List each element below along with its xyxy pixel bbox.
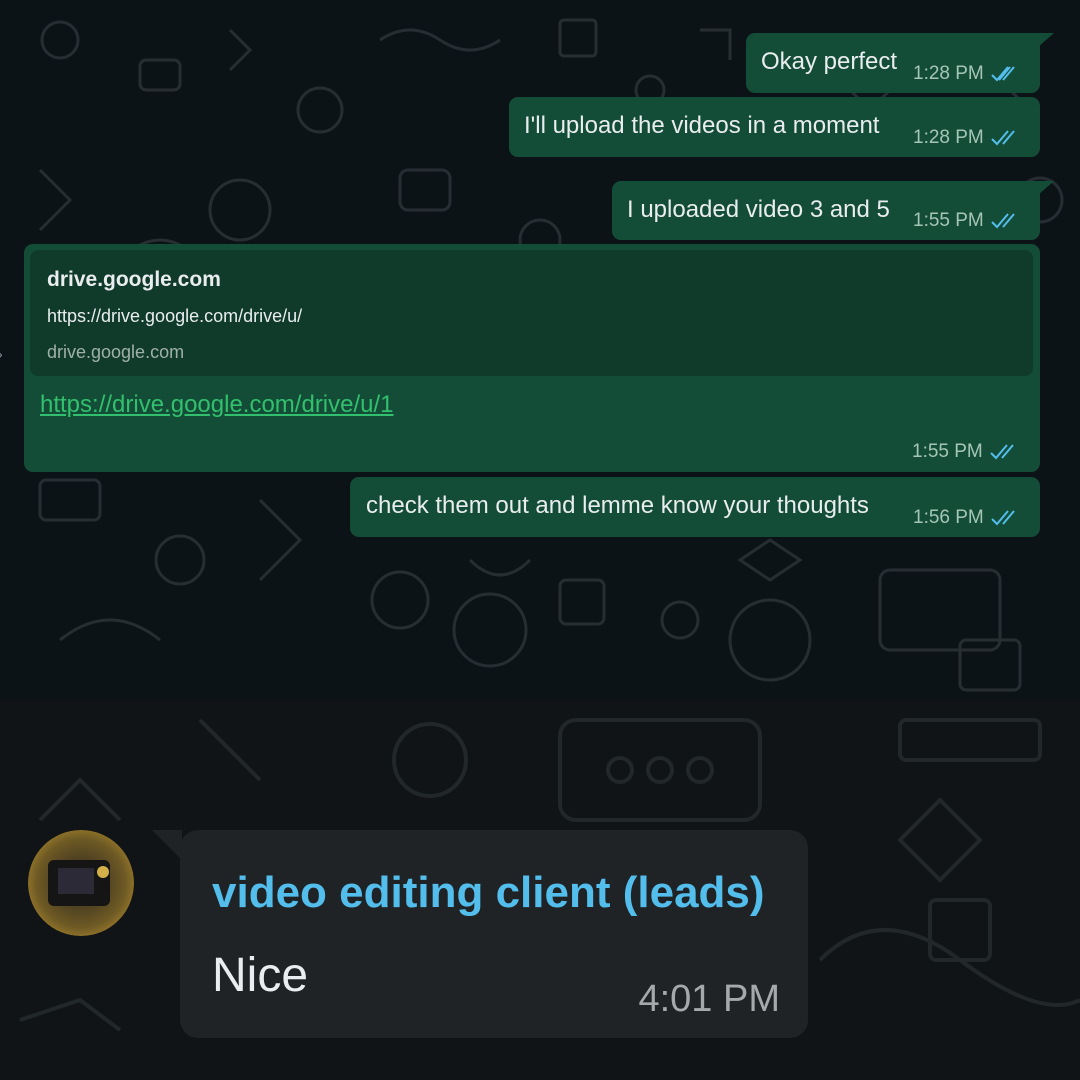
message-bubble-outgoing[interactable]: I uploaded video 3 and 5 1:55 PM [612,181,1040,240]
message-link[interactable]: https://drive.google.com/drive/u/1 [40,391,394,419]
double-check-icon [990,444,1014,460]
bubble-tail [152,830,182,860]
link-preview-card[interactable]: drive.google.com https://drive.google.co… [30,250,1033,376]
message-text: Okay perfect [761,48,898,75]
message-time: 1:55 PM [912,441,983,462]
message-bubble-link[interactable]: drive.google.com https://drive.google.co… [24,244,1040,472]
message-time: 1:28 PM [913,63,984,84]
message-meta: 1:56 PM [913,507,1018,529]
double-check-icon [991,510,1015,526]
double-check-icon [991,213,1015,229]
message-text: I'll upload the videos in a moment [524,112,880,139]
message-text: Nice [212,949,309,1002]
avatar[interactable] [28,830,134,936]
chat-screenshot: Okay perfect 1:28 PM I'll upload the vid… [0,0,1080,1080]
link-preview-url: https://drive.google.com/drive/u/ [47,306,303,326]
bubble-tail [1038,33,1054,47]
message-time: 1:56 PM [913,507,984,528]
message-meta: 1:28 PM [913,63,1018,85]
link-preview-domain: drive.google.com [47,342,185,362]
sender-name[interactable]: video editing client (leads) [212,868,765,918]
message-bubble-outgoing[interactable]: check them out and lemme know your thoug… [350,477,1040,537]
message-meta: 1:55 PM [913,210,1018,232]
message-time: 1:28 PM [913,127,984,148]
message-meta: 1:55 PM [912,441,1017,463]
message-bubble-outgoing[interactable]: Okay perfect 1:28 PM [746,33,1040,93]
double-check-icon [991,130,1015,146]
chevron-right-icon: › [0,346,3,362]
message-text: check them out and lemme know your thoug… [366,492,869,519]
contact-avatar-image [28,830,134,936]
incoming-message-section: video editing client (leads) Nice 4:01 P… [0,700,1080,1080]
double-check-icon [991,66,1015,82]
link-preview-title: drive.google.com [47,268,221,291]
message-time: 4:01 PM [638,978,780,1020]
message-text: I uploaded video 3 and 5 [627,196,890,223]
bubble-tail [1038,181,1054,195]
message-bubble-incoming[interactable]: video editing client (leads) Nice 4:01 P… [180,830,808,1038]
message-bubble-outgoing[interactable]: I'll upload the videos in a moment 1:28 … [509,97,1040,157]
message-meta: 1:28 PM [913,127,1018,149]
message-time: 1:55 PM [913,210,984,231]
